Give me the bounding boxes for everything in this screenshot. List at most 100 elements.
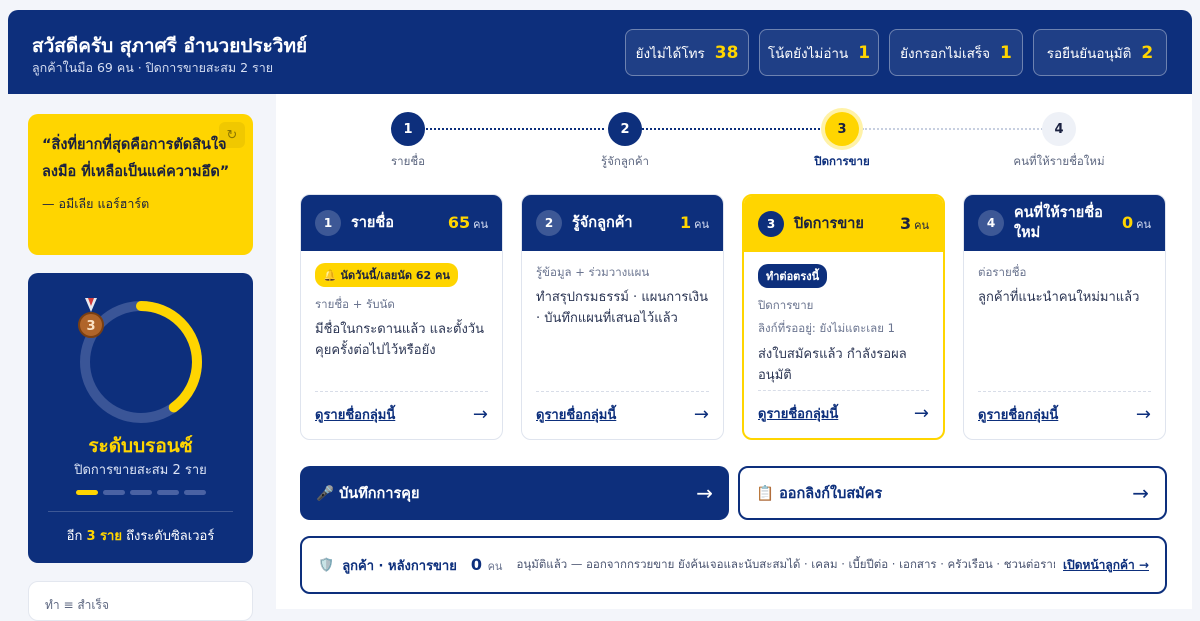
divider [48, 511, 233, 512]
view-group-label: ดูรายชื่อกลุ่มนี้ [758, 407, 839, 422]
step-label: รู้จักลูกค้า [600, 154, 650, 168]
stat-label: โน้ตยังไม่อ่าน [767, 45, 849, 62]
greeting-subtitle: ลูกค้าในมือ 69 คน · ปิดการขายสะสม 2 ราย [32, 60, 274, 75]
step-number: 1 [391, 112, 425, 146]
step-3[interactable]: 3 ปิดการขาย [762, 112, 922, 171]
stat-value: 38 [714, 42, 739, 63]
step-label: ปิดการขาย [814, 154, 870, 168]
main-panel: 1 รายชื่อ 2 รู้จักลูกค้า 3 ปิดการขาย 4 ค… [276, 94, 1192, 609]
medal-rank: 3 [86, 319, 95, 334]
arrow-right-icon: → [1132, 481, 1149, 505]
card-number: 3 [758, 211, 784, 237]
open-customer-page-link[interactable]: เปิดหน้าลูกค้า → [1063, 556, 1149, 575]
level-dot [157, 490, 179, 495]
card-title: คนที่ให้รายชื่อใหม่ [1014, 205, 1103, 241]
card-number: 1 [315, 210, 341, 236]
card-description: มีชื่อในกระดานแล้ว และตั้งวันคุยครั้งต่อ… [315, 322, 484, 358]
card-count: 1 คน [679, 213, 709, 232]
shield-icon: 🛡️ [318, 557, 335, 573]
arrow-right-icon: → [696, 481, 713, 505]
issue-application-link-button[interactable]: 📋 ออกลิงก์ใบสมัคร → [738, 466, 1167, 520]
step-number: 4 [1042, 112, 1076, 146]
step-4[interactable]: 4 คนที่ให้รายชื่อใหม่ [979, 112, 1139, 171]
appointment-badge: 🔔 นัดวันนี้/เลยนัด 62 คน [315, 263, 458, 287]
arrow-right-icon: → [472, 404, 488, 425]
step-2[interactable]: 2 รู้จักลูกค้า [545, 112, 705, 171]
card-count: 0 คน [1121, 213, 1151, 232]
level-dot [184, 490, 206, 495]
top-header: สวัสดีครับ สุภาศรี อำนวยประวิทย์ ลูกค้าใ… [8, 10, 1192, 94]
stage-card-list[interactable]: 1 รายชื่อ 65 คน 🔔 นัดวันนี้/เลยนัด 62 คน … [300, 194, 503, 440]
quote-card: ↻ “สิ่งที่ยากที่สุดคือการตัดสินใจลงมือ ท… [28, 114, 253, 255]
step-number: 2 [608, 112, 642, 146]
level-dot [103, 490, 125, 495]
card-header: 2 รู้จักลูกค้า 1 คน [522, 195, 723, 251]
view-group-link[interactable]: ดูรายชื่อกลุ่มนี้ → [978, 391, 1151, 425]
card-description: ทำสรุปกรมธรรม์ · แผนการเงิน · บันทึกแผนท… [536, 290, 709, 326]
level-dot [130, 490, 152, 495]
refresh-quote-icon[interactable]: ↻ [219, 122, 245, 148]
arrow-right-icon: → [1135, 404, 1151, 425]
stage-card-close-sale[interactable]: 3 ปิดการขาย 3 คน ทำต่อตรงนี้ ปิดการขาย ลิ… [742, 194, 945, 440]
record-conversation-label: 🎤 บันทึกการคุย [316, 485, 420, 502]
stage-card-know-customer[interactable]: 2 รู้จักลูกค้า 1 คน รู้ข้อมูล + ร่วมวางแผ… [521, 194, 724, 440]
stat-label: ยังกรอกไม่เสร็จ [900, 45, 991, 62]
card-meta: ต่อรายชื่อ [978, 265, 1027, 279]
step-label: คนที่ให้รายชื่อใหม่ [1013, 154, 1105, 168]
card-description: ส่งใบสมัครแล้ว กำลังรอผลอนุมัติ [758, 347, 907, 383]
card-count: 3 คน [899, 214, 929, 233]
after-sales-count: 0 คน [470, 555, 503, 574]
card-title: รู้จักลูกค้า [572, 215, 633, 231]
card-meta-links: ลิงก์ที่รออยู่: ยังไม่แตะเลย 1 [758, 321, 895, 335]
level-card: 3 ระดับบรอนซ์ ปิดการขายสะสม 2 ราย อีก 3 … [28, 273, 253, 563]
stat-unread-notes-button[interactable]: โน้ตยังไม่อ่าน 1 [759, 29, 879, 76]
stat-label: รอยืนยันอนุมัติ [1046, 45, 1132, 62]
issue-application-label: 📋 ออกลิงก์ใบสมัคร [756, 485, 883, 502]
continue-here-badge: ทำต่อตรงนี้ [758, 264, 828, 288]
card-number: 4 [978, 210, 1004, 236]
stat-value: 1 [858, 42, 871, 63]
after-sales-title: ลูกค้า · หลังการขาย [342, 558, 457, 574]
card-header: 3 ปิดการขาย 3 คน [744, 196, 943, 252]
stat-label: ยังไม่ได้โทร [635, 45, 705, 62]
card-meta: รายชื่อ + รับนัด [315, 297, 395, 311]
card-meta: รู้ข้อมูล + ร่วมวางแผน [536, 265, 650, 279]
level-subtitle: ปิดการขายสะสม 2 ราย [74, 463, 207, 478]
stat-value: 2 [1141, 42, 1154, 63]
view-group-link[interactable]: ดูรายชื่อกลุ่มนี้ → [315, 391, 488, 425]
after-sales-bar: 🛡️ ลูกค้า · หลังการขาย 0 คน อนุมัติแล้ว … [300, 536, 1167, 594]
view-group-link[interactable]: ดูรายชื่อกลุ่มนี้ → [536, 391, 709, 425]
after-sales-description: อนุมัติแล้ว — ออกจากกรวยขาย ยังค้นเจอและ… [516, 557, 1056, 571]
level-name: ระดับบรอนซ์ [88, 435, 193, 457]
card-title: รายชื่อ [351, 215, 394, 231]
arrow-right-icon: → [693, 404, 709, 425]
card-count: 65 คน [447, 213, 488, 232]
card-meta: ปิดการขาย [758, 298, 814, 312]
stat-value: 1 [1000, 42, 1012, 63]
stage-card-referrals[interactable]: 4 คนที่ให้รายชื่อใหม่ 0 คน ต่อรายชื่อ ลูก… [963, 194, 1166, 440]
step-1[interactable]: 1 รายชื่อ [328, 112, 488, 171]
record-conversation-button[interactable]: 🎤 บันทึกการคุย → [300, 466, 729, 520]
step-number: 3 [825, 112, 859, 146]
view-group-label: ดูรายชื่อกลุ่มนี้ [978, 408, 1059, 423]
card-title: ปิดการขาย [794, 216, 864, 232]
sidebar: ↻ “สิ่งที่ยากที่สุดคือการตัดสินใจลงมือ ท… [8, 94, 276, 621]
view-group-label: ดูรายชื่อกลุ่มนี้ [315, 408, 396, 423]
card-header: 1 รายชื่อ 65 คน [301, 195, 502, 251]
quote-text: “สิ่งที่ยากที่สุดคือการตัดสินใจลงมือ ที่… [42, 137, 230, 180]
bronze-medal-icon: 3 [78, 298, 104, 338]
view-group-link[interactable]: ดูรายชื่อกลุ่มนี้ → [758, 390, 929, 424]
bottom-card: ทำ ≡ สำเร็จ [28, 581, 253, 621]
step-label: รายชื่อ [390, 154, 426, 168]
level-dot [76, 490, 98, 495]
view-group-label: ดูรายชื่อกลุ่มนี้ [536, 408, 617, 423]
stat-not-called-button[interactable]: ยังไม่ได้โทร 38 [625, 29, 749, 76]
arrow-right-icon: → [913, 403, 929, 424]
bottom-card-text: ทำ ≡ สำเร็จ [45, 598, 109, 612]
level-dots [76, 490, 206, 495]
quote-author: — อมีเลีย แอร์ฮาร์ต [42, 196, 150, 211]
card-header: 4 คนที่ให้รายชื่อใหม่ 0 คน [964, 195, 1165, 251]
stat-incomplete-button[interactable]: ยังกรอกไม่เสร็จ 1 [889, 29, 1023, 76]
stat-pending-approval-button[interactable]: รอยืนยันอนุมัติ 2 [1033, 29, 1167, 76]
card-number: 2 [536, 210, 562, 236]
